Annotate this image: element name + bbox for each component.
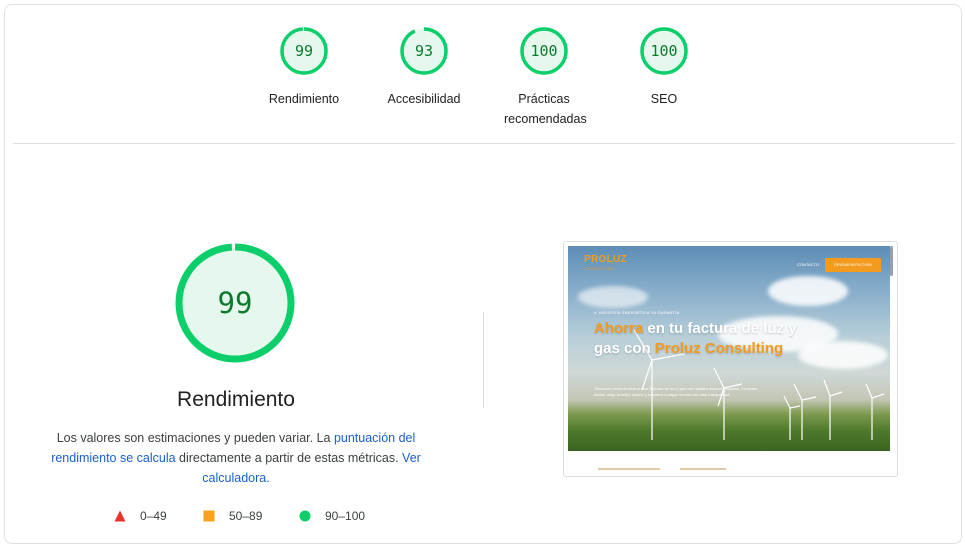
legend-pass: 90–100 — [299, 507, 365, 525]
main-title: Rendimiento — [177, 388, 295, 411]
site-nav-link: CONTACTO — [797, 262, 820, 267]
site-logo: PROLUZ — [584, 254, 627, 265]
gauge-score: 100 — [530, 42, 558, 60]
screenshot-content-hint — [598, 468, 660, 470]
circle-icon — [299, 510, 311, 522]
vertical-divider — [483, 312, 484, 408]
gauge-best-practices[interactable]: 100 Prácticas recomendadas — [484, 27, 604, 129]
gauge-score: 100 — [650, 42, 678, 60]
desc-text-1: Los valores son estimaciones y pueden va… — [56, 431, 334, 445]
legend-fail: 0–49 — [114, 507, 167, 525]
headline-accent: Ahorra — [594, 320, 644, 337]
gauge-score: 99 — [294, 42, 314, 60]
desc-text-2: directamente a partir de estas métricas. — [175, 451, 403, 465]
site-pretitle: ✔ ASESORÍA ENERGÉTICA YA GARANTÍA — [594, 310, 680, 315]
gauge-label: Accesibilidad — [387, 92, 461, 106]
gauge-seo[interactable]: 100 SEO — [604, 27, 724, 109]
legend-range: 50–89 — [229, 509, 263, 523]
gauge-ring: 99 — [280, 27, 328, 75]
site-cta-button: REVISAR MI FACTURA — [825, 258, 881, 272]
gauge-ring: 100 — [520, 27, 568, 75]
site-paragraph: Descubre cómo ahorrar en tus facturas de… — [594, 386, 758, 397]
gauge-ring: 100 — [640, 27, 688, 75]
legend-average: 50–89 — [203, 507, 262, 525]
gauge-performance[interactable]: 99 Rendimiento — [244, 27, 364, 109]
gauge-accessibility[interactable]: 93 Accesibilidad — [364, 27, 484, 109]
gauge-ring: 93 — [400, 27, 448, 75]
headline-brand: Proluz Consulting — [654, 340, 784, 357]
screenshot-hero: PROLUZ CONSULTING CONTACTO REVISAR MI FA… — [568, 246, 890, 451]
legend-range: 90–100 — [325, 509, 366, 523]
main-score: 99 — [217, 286, 253, 320]
category-gauges: 99 Rendimiento 93 Accesibilidad 100 Prác… — [0, 0, 965, 140]
triangle-icon — [114, 510, 126, 522]
score-description: Los valores son estimaciones y pueden va… — [36, 428, 436, 488]
performance-main-gauge: 99 — [175, 243, 295, 363]
screenshot-scrollbar — [890, 246, 893, 276]
screenshot-content-hint — [680, 468, 726, 470]
final-screenshot[interactable]: PROLUZ CONSULTING CONTACTO REVISAR MI FA… — [563, 241, 898, 477]
square-icon — [203, 510, 215, 522]
gauge-label: Prácticas recomendadas — [504, 92, 587, 126]
site-logo-sub: CONSULTING — [584, 266, 615, 271]
gauge-label: Rendimiento — [268, 92, 340, 106]
gauge-score: 93 — [414, 42, 434, 60]
section-divider — [13, 143, 955, 144]
legend-range: 0–49 — [140, 509, 167, 523]
gauge-label: SEO — [650, 92, 678, 106]
site-headline: Ahorra en tu factura de luz y gas con Pr… — [594, 319, 804, 359]
